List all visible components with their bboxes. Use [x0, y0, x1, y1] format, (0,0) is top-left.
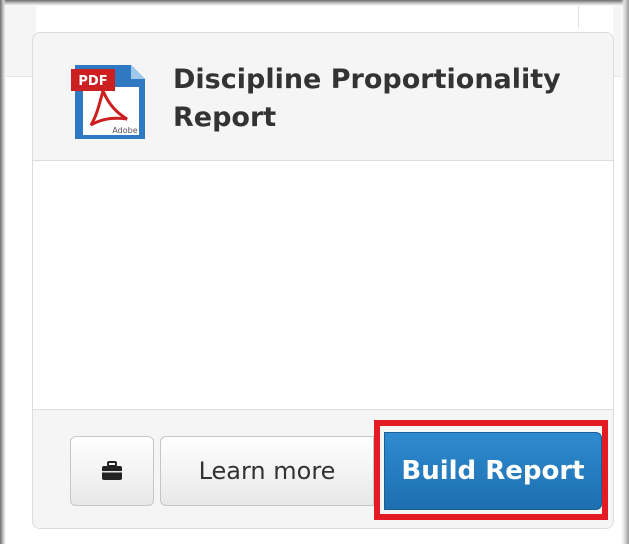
- build-report-label: Build Report: [401, 456, 585, 486]
- learn-more-button[interactable]: Learn more: [160, 436, 374, 506]
- pdf-badge-text: PDF: [78, 74, 107, 89]
- card-title: Discipline Proportionality Report: [173, 64, 561, 133]
- background-panel-right: [613, 6, 621, 77]
- briefcase-button[interactable]: [70, 436, 154, 506]
- pdf-icon: PDF Adobe: [71, 65, 145, 139]
- screenshot-shadow-right: [621, 0, 629, 544]
- screen: PDF Adobe Discipline Proportionality Rep…: [0, 0, 629, 544]
- briefcase-icon: [102, 461, 122, 480]
- screenshot-shadow-left: [0, 0, 6, 544]
- learn-more-label: Learn more: [198, 457, 336, 485]
- background-divider: [578, 6, 579, 28]
- card-header: PDF Adobe Discipline Proportionality Rep…: [33, 33, 613, 161]
- build-report-button[interactable]: Build Report: [384, 432, 602, 510]
- screenshot-shadow-top: [0, 0, 629, 6]
- card-body: [33, 161, 613, 409]
- adobe-brand-text: Adobe: [112, 126, 137, 135]
